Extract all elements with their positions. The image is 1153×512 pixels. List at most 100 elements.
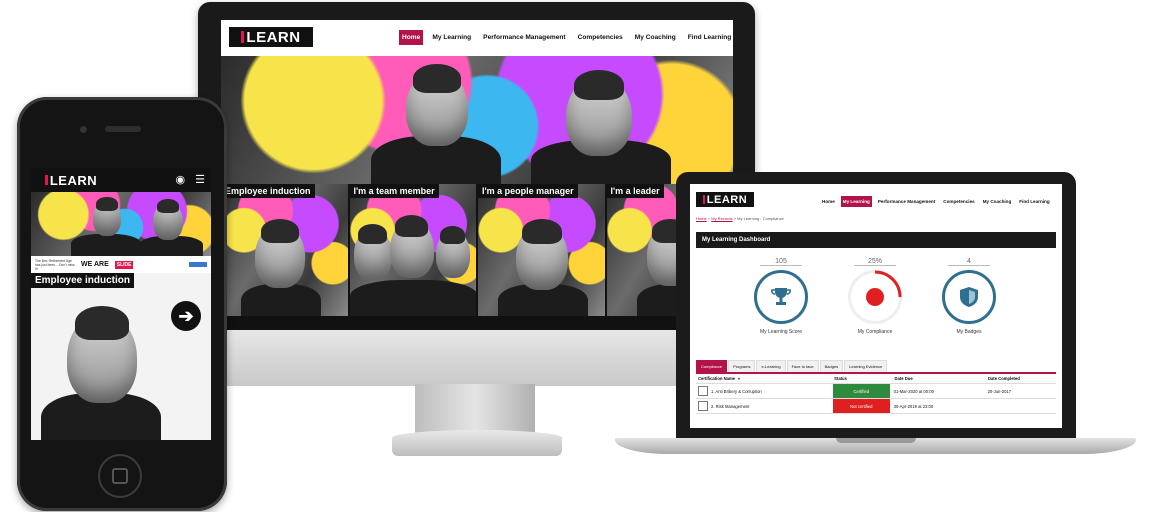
laptop-open-notch (836, 438, 916, 443)
trophy-icon (771, 288, 791, 305)
hero-person-body (71, 234, 141, 258)
dashboard-title: My Learning Dashboard (702, 237, 771, 243)
promo-headline: WE ARE (81, 261, 109, 268)
stat-badges-label: My Badges (956, 329, 982, 335)
desktop-nav-performance-management[interactable]: Performance Management (480, 30, 568, 45)
logo-accent-bar (702, 195, 705, 204)
laptop-screen: LEARN Home My Learning Performance Manag… (690, 184, 1062, 428)
breadcrumb: Home > My Records > My Learning - Compli… (696, 216, 784, 221)
certificate-icon (698, 386, 708, 396)
desktop-header: LEARN Home My Learning Performance Manag… (221, 20, 733, 56)
cert-name-cell: 2. Risk Management (696, 401, 833, 411)
promo-badge: SLIDE (114, 260, 134, 269)
promo-cta-button[interactable] (189, 262, 207, 267)
breadcrumb-my-records-link[interactable]: My Records (711, 216, 732, 221)
shield-icon (960, 287, 978, 307)
desktop-monitor-chin (198, 330, 755, 386)
arrow-right-icon[interactable]: ➔ (171, 301, 201, 331)
tile-team-member[interactable]: I'm a team member (349, 184, 476, 316)
stat-learning-score-value: 105 (760, 258, 802, 266)
tile-employee-induction-label: Employee induction (221, 184, 315, 198)
cert-name-text: 2. Risk Management (711, 403, 750, 409)
cert-name-cell: 1. Anti Bribery & Corruption (696, 386, 833, 396)
desktop-footer-bar (221, 316, 733, 330)
mobile-header: LEARN ◉ ☰ (31, 168, 211, 192)
desktop-screen: LEARN Home My Learning Performance Manag… (221, 20, 733, 330)
stat-learning-score-ring (754, 270, 808, 324)
laptop-logo-text: LEARN (706, 193, 748, 206)
desktop-nav-my-learning[interactable]: My Learning (429, 30, 474, 45)
desktop-audience-tiles: Employee induction I'm a team member I'm… (221, 184, 733, 316)
mobile-logo-text: LEARN (49, 172, 98, 188)
tile-leader-label: I'm a leader (606, 184, 664, 198)
tile-person-photo (353, 223, 392, 280)
column-header-date-completed[interactable]: Date Completed (984, 376, 1056, 381)
desktop-monitor-stand-foot (392, 430, 562, 456)
tile-person-body (349, 280, 476, 316)
column-header-certification-name[interactable]: Certification Name ▾ (696, 376, 832, 381)
date-completed-cell: 20-Jun-2017 (987, 388, 1012, 394)
laptop-logo[interactable]: LEARN (696, 192, 754, 207)
date-due-cell: 30-Apr-2019 at 23:00 (893, 403, 934, 409)
tile-team-member-label: I'm a team member (349, 184, 439, 198)
mobile-card-employee-induction[interactable]: Employee induction ➔ (31, 273, 211, 440)
desktop-nav-my-coaching[interactable]: My Coaching (632, 30, 679, 45)
mobile-hero-banner (31, 192, 211, 258)
mobile-header-icons: ◉ ☰ (176, 173, 205, 186)
logo-accent-bar (44, 175, 48, 185)
column-header-status[interactable]: Status (832, 374, 890, 383)
mobile-promo-strip[interactable]: The Box Retirement Age has just been... … (31, 256, 211, 273)
column-header-label: Certification Name (698, 376, 735, 381)
sort-caret-icon: ▾ (738, 376, 741, 381)
laptop-nav-home[interactable]: Home (820, 196, 837, 207)
breadcrumb-home-link[interactable]: Home (696, 216, 707, 221)
dashboard-title-bar: My Learning Dashboard (696, 232, 1056, 248)
hamburger-menu-icon[interactable]: ☰ (195, 173, 205, 186)
desktop-nav-home[interactable]: Home (399, 30, 424, 45)
table-row[interactable]: 2. Risk Management Not certified 30-Apr-… (696, 399, 1056, 414)
tile-employee-induction[interactable]: Employee induction (221, 184, 348, 316)
stat-compliance-label: My Compliance (857, 329, 893, 335)
hero-person-man-photo (406, 63, 468, 146)
phone-home-button[interactable] (98, 454, 142, 498)
laptop-nav-competencies[interactable]: Competencies (941, 196, 976, 207)
laptop-nav-performance-management[interactable]: Performance Management (876, 196, 937, 207)
stat-compliance-ring (848, 270, 902, 324)
desktop-nav-find-learning[interactable]: Find Learning (685, 30, 733, 45)
mobile-screen: LEARN ◉ ☰ The Box Retirement Age has jus… (31, 168, 211, 440)
laptop-nav-find-learning[interactable]: Find Learning (1017, 196, 1051, 207)
phone-front-camera (80, 126, 87, 133)
laptop-nav-my-learning[interactable]: My Learning (840, 196, 872, 207)
card-person-photo (67, 305, 137, 403)
desktop-nav: Home My Learning Performance Management … (399, 30, 733, 45)
column-header-date-due[interactable]: Date Due (891, 376, 984, 381)
promo-small-text: The Box Retirement Age has just been... … (35, 258, 75, 271)
tile-people-manager[interactable]: I'm a people manager (478, 184, 605, 316)
tile-people-manager-label: I'm a people manager (478, 184, 578, 198)
status-badge: Certified (832, 384, 890, 398)
mobile-card-label: Employee induction (31, 273, 135, 288)
logo-accent-bar (241, 31, 245, 43)
cert-name-text: 1. Anti Bribery & Corruption (711, 388, 762, 394)
certificate-icon (698, 401, 708, 411)
home-button-icon (112, 468, 128, 484)
desktop-logo-text: LEARN (246, 28, 301, 46)
table-row[interactable]: 1. Anti Bribery & Corruption Certified 0… (696, 384, 1056, 399)
stat-learning-score[interactable]: 105 My Learning Score (746, 258, 816, 335)
progress-ring-icon (848, 270, 902, 324)
laptop-nav-my-coaching[interactable]: My Coaching (981, 196, 1014, 207)
phone-speaker-grille (105, 126, 141, 132)
date-due-cell: 01-Mar-2020 at 00:00 (893, 388, 934, 394)
mobile-logo[interactable]: LEARN (35, 172, 107, 188)
desktop-nav-competencies[interactable]: Competencies (575, 30, 626, 45)
laptop-nav: Home My Learning Performance Management … (820, 196, 1052, 207)
tile-person-body (241, 284, 321, 316)
hero-person-woman-photo (566, 69, 632, 156)
stat-compliance[interactable]: 25% My Compliance (840, 258, 910, 335)
user-account-icon[interactable]: ◉ (176, 173, 186, 186)
desktop-logo[interactable]: LEARN (229, 27, 313, 47)
status-badge: Not certified (832, 399, 890, 413)
laptop-header: LEARN Home My Learning Performance Manag… (690, 184, 1062, 214)
table-header-row: Certification Name ▾ Status Date Due Date… (696, 374, 1056, 384)
stat-badges[interactable]: 4 My Badges (934, 258, 1004, 335)
